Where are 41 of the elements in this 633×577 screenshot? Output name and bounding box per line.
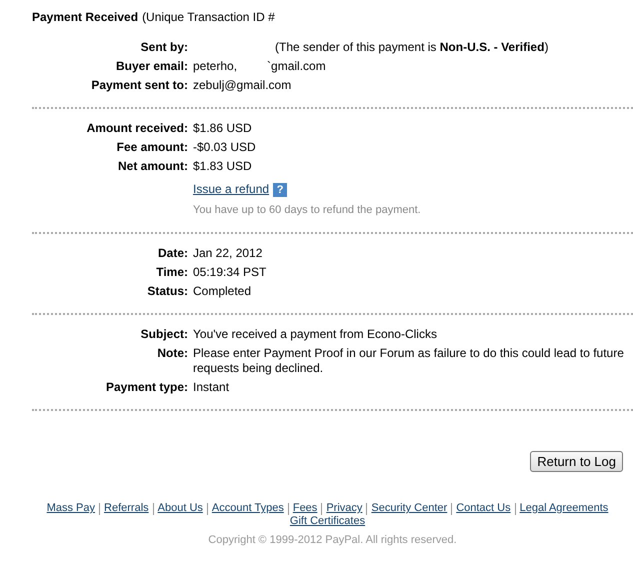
sender-status-note: (The sender of this payment is Non-U.S. - Verified) — [275, 40, 548, 54]
field-label: Time: — [155, 265, 188, 280]
field-value: You've received a payment from Econo-Clicks — [193, 327, 438, 342]
footer-link[interactable]: Contact Us — [456, 502, 511, 515]
footer-link[interactable]: Legal Agreements — [520, 502, 608, 515]
field-label: Buyer email: — [114, 59, 188, 74]
field-value: peterho, `gmail.com — [193, 59, 327, 74]
footer-link[interactable]: Gift Certificates — [290, 515, 366, 528]
field-label: Date: — [156, 246, 188, 261]
field-label: Payment type: — [104, 380, 188, 395]
field-value: 05:19:34 PST — [193, 265, 268, 280]
issue-refund-link[interactable]: Issue a refund — [193, 182, 270, 197]
footer-link[interactable]: About Us — [158, 502, 203, 515]
footer-link[interactable]: Security Center — [371, 502, 448, 515]
field-value: $1.86 USD — [193, 121, 253, 136]
transaction-id-label: (Unique Transaction ID # — [142, 10, 275, 24]
refund-hint: You have up to 60 days to refund the payment. — [193, 203, 422, 218]
field-value: Please enter Payment Proof in our Forum as failure to do this could lead to future requests being declined. — [193, 346, 625, 376]
field-value: $1.83 USD — [193, 159, 253, 174]
field-label: Sent by: — [140, 40, 188, 55]
field-label: Note: — [156, 346, 188, 362]
field-label: Payment sent to: — [90, 78, 188, 93]
help-icon[interactable]: ? — [273, 182, 288, 196]
footer-link[interactable]: Fees — [292, 502, 318, 515]
field-label: Status: — [146, 284, 188, 299]
field-label: Amount received: — [86, 121, 188, 136]
field-value: Jan 22, 2012 — [193, 246, 264, 261]
copyright-text: Copyright © 1999-2012 PayPal. All rights reserved. — [208, 534, 457, 546]
footer-link[interactable]: Mass Pay — [46, 502, 96, 515]
field-label: Subject: — [140, 327, 188, 342]
field-value: Completed — [193, 284, 252, 299]
field-value: Instant — [193, 380, 230, 395]
field-value: zebulj@gmail.com — [193, 78, 292, 93]
footer-link[interactable]: Account Types — [212, 502, 284, 515]
page-title: Payment Received — [32, 10, 138, 24]
footer-link[interactable]: Privacy — [326, 502, 362, 515]
field-label: Fee amount: — [116, 140, 188, 155]
field-label: Net amount: — [117, 159, 188, 174]
footer-link[interactable]: Referrals — [104, 502, 149, 515]
return-to-log-button[interactable]: Return to Log — [530, 451, 623, 472]
field-value: -$0.03 USD — [193, 140, 257, 155]
